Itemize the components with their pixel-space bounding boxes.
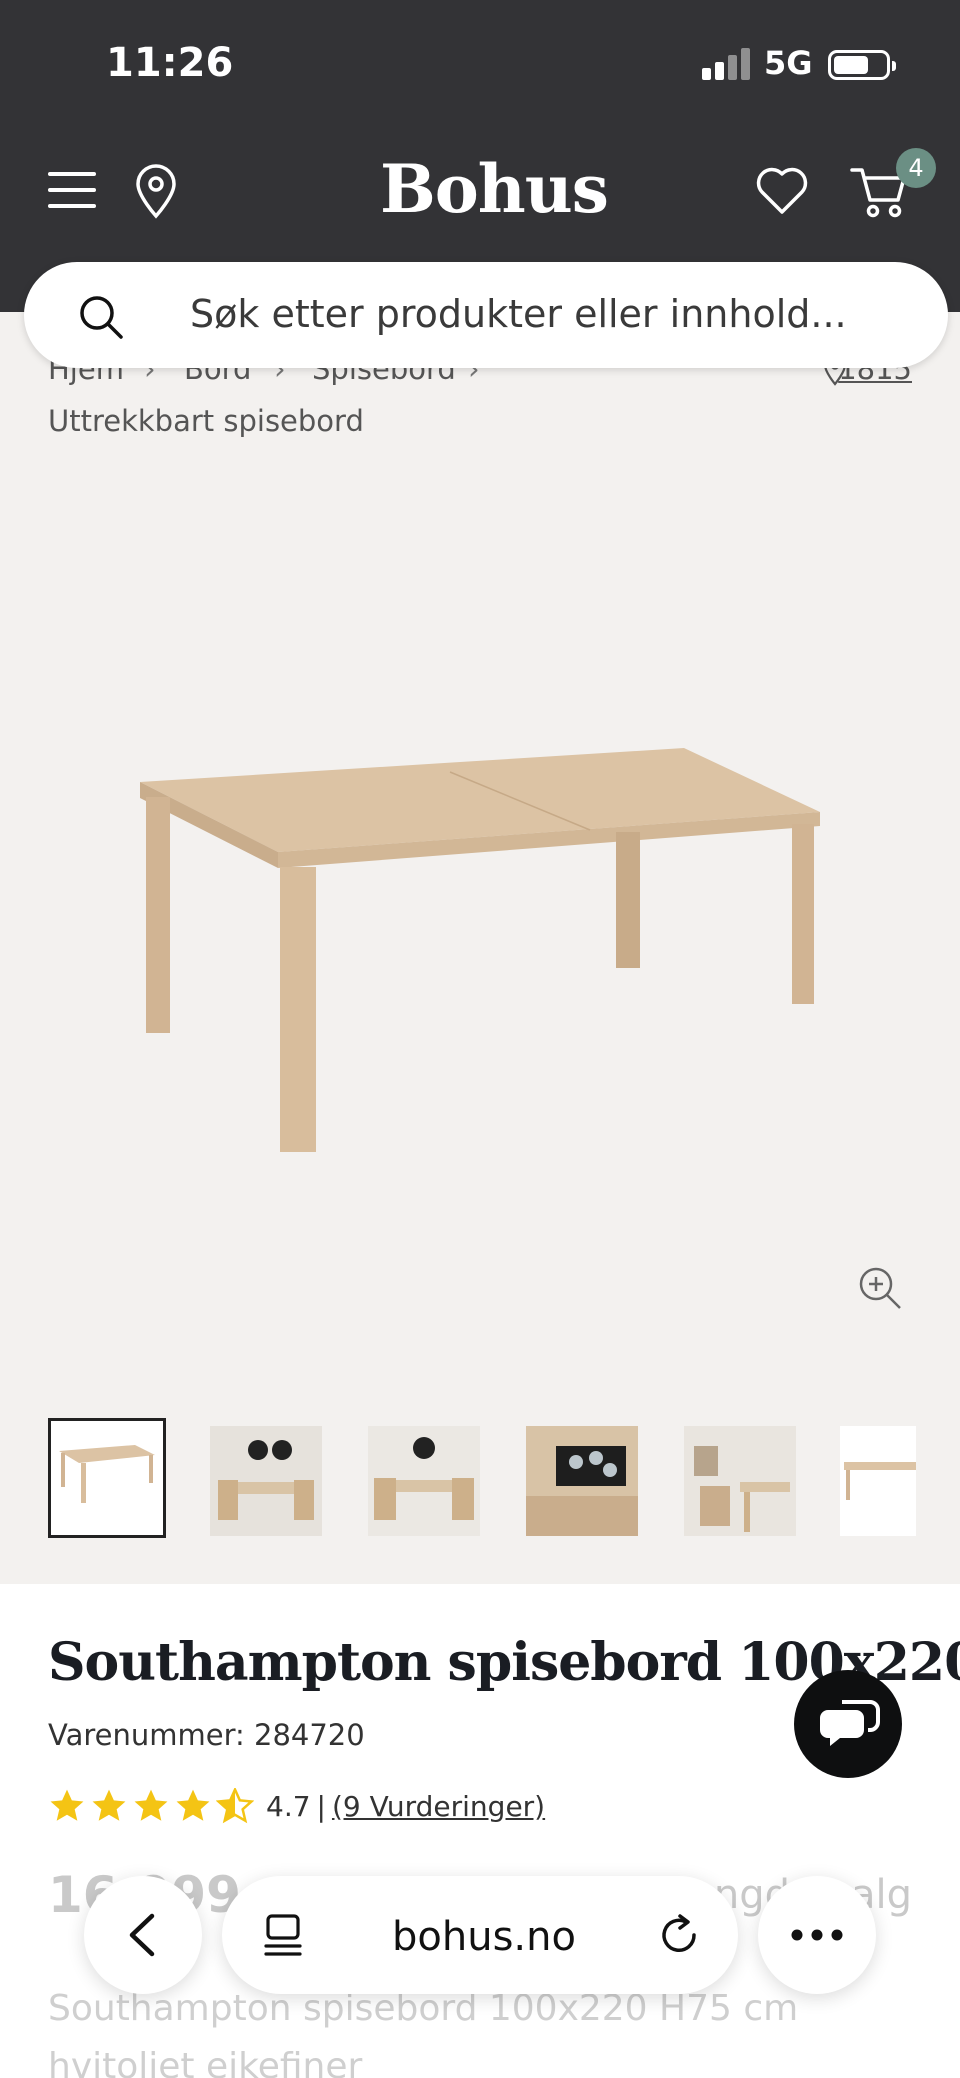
star-icon — [92, 1789, 126, 1821]
thumbnail[interactable] — [210, 1426, 322, 1536]
heart-icon[interactable] — [754, 164, 810, 216]
product-main-image[interactable] — [110, 702, 850, 1152]
signal-icon — [702, 48, 750, 80]
browser-back-button[interactable] — [84, 1876, 202, 1994]
rating-value: 4.7 — [266, 1789, 311, 1823]
browser-more-button[interactable] — [758, 1876, 876, 1994]
search-placeholder: Søk etter produkter eller innhold... — [190, 292, 847, 336]
more-icon — [791, 1929, 843, 1941]
thumbnail[interactable] — [840, 1426, 916, 1536]
star-icon — [176, 1789, 210, 1821]
url-text: bohus.no — [392, 1914, 576, 1960]
network-label: 5G — [764, 44, 813, 82]
thumbnail[interactable] — [684, 1426, 796, 1536]
bohus-logo[interactable]: Bohus — [380, 150, 609, 228]
zoom-in-icon[interactable] — [856, 1264, 904, 1312]
product-sku: Varenummer: 284720 — [48, 1718, 365, 1752]
menu-icon[interactable] — [48, 170, 96, 210]
thumbnail[interactable] — [48, 1418, 166, 1538]
rating-stars — [48, 1788, 254, 1824]
half-star-icon — [216, 1788, 254, 1824]
thumbnail[interactable] — [368, 1426, 480, 1536]
star-icon — [134, 1789, 168, 1821]
back-chevron-icon — [129, 1913, 155, 1957]
reviews-link[interactable]: (9 Vurderinger) — [332, 1790, 545, 1823]
reload-icon[interactable] — [656, 1912, 702, 1958]
chat-icon — [820, 1700, 880, 1746]
chat-button[interactable] — [794, 1670, 902, 1778]
tabs-icon[interactable] — [262, 1912, 306, 1960]
cart-count-badge: 4 — [896, 148, 936, 188]
search-icon — [80, 296, 123, 339]
thumbnail-strip — [48, 1418, 960, 1538]
search-input[interactable]: Søk etter produkter eller innhold... — [24, 262, 948, 368]
rating-divider: | — [316, 1789, 326, 1823]
breadcrumb-current: Uttrekkbart spisebord — [48, 404, 364, 438]
status-time: 11:26 — [106, 40, 234, 86]
product-rating: 4.7 | (9 Vurderinger) — [48, 1786, 545, 1826]
product-description: Southampton spisebord 100x220 H75 cm hvi… — [48, 1988, 799, 2078]
star-icon — [50, 1789, 84, 1821]
product-gallery: Hjem › Bord › Spisebord › 1815 Uttrekkba… — [0, 312, 960, 1584]
battery-icon — [828, 50, 896, 80]
browser-address-bar[interactable]: bohus.no — [222, 1876, 738, 1994]
location-pin-icon[interactable] — [132, 164, 180, 220]
thumbnail[interactable] — [526, 1426, 638, 1536]
